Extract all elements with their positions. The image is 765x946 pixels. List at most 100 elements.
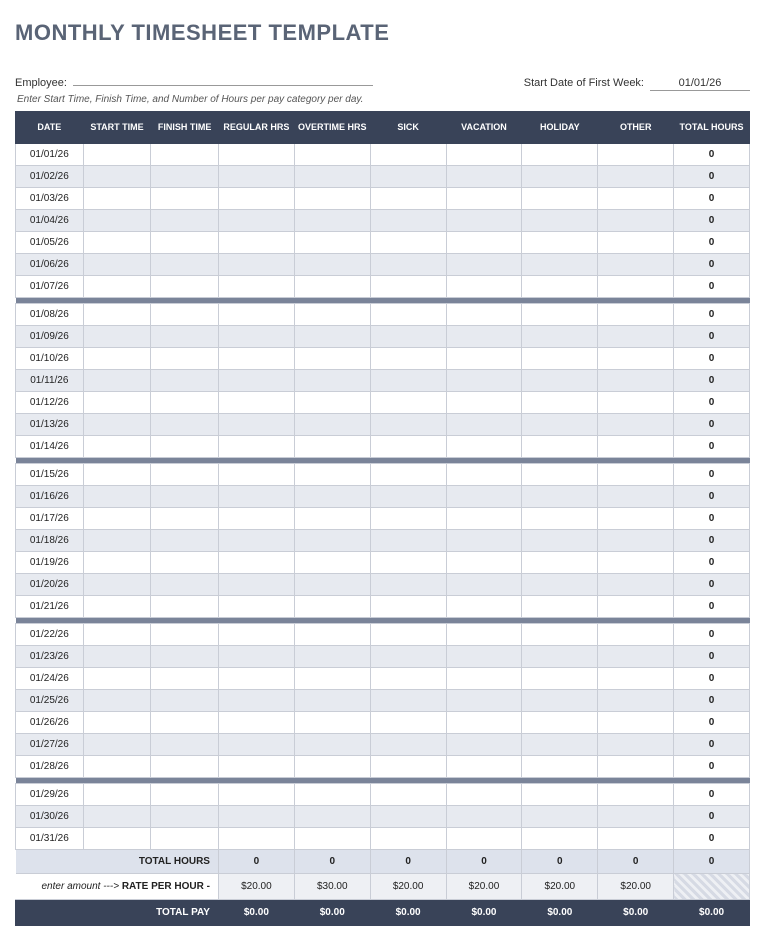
input-cell[interactable] (370, 646, 446, 668)
input-cell[interactable] (522, 552, 598, 574)
input-cell[interactable] (151, 486, 219, 508)
input-cell[interactable] (598, 188, 674, 210)
input-cell[interactable] (83, 508, 151, 530)
input-cell[interactable] (598, 646, 674, 668)
input-cell[interactable] (218, 464, 294, 486)
input-cell[interactable] (151, 784, 219, 806)
input-cell[interactable] (370, 348, 446, 370)
input-cell[interactable] (598, 254, 674, 276)
input-cell[interactable] (598, 552, 674, 574)
input-cell[interactable] (218, 646, 294, 668)
input-cell[interactable] (218, 756, 294, 778)
rate-cell[interactable]: $20.00 (598, 874, 674, 900)
input-cell[interactable] (522, 188, 598, 210)
input-cell[interactable] (294, 574, 370, 596)
input-cell[interactable] (446, 188, 522, 210)
input-cell[interactable] (522, 276, 598, 298)
input-cell[interactable] (218, 348, 294, 370)
input-cell[interactable] (370, 486, 446, 508)
input-cell[interactable] (522, 806, 598, 828)
input-cell[interactable] (370, 574, 446, 596)
input-cell[interactable] (522, 392, 598, 414)
input-cell[interactable] (446, 624, 522, 646)
input-cell[interactable] (294, 276, 370, 298)
input-cell[interactable] (151, 712, 219, 734)
input-cell[interactable] (370, 530, 446, 552)
input-cell[interactable] (83, 414, 151, 436)
input-cell[interactable] (151, 508, 219, 530)
input-cell[interactable] (218, 624, 294, 646)
input-cell[interactable] (83, 734, 151, 756)
input-cell[interactable] (218, 690, 294, 712)
input-cell[interactable] (218, 232, 294, 254)
input-cell[interactable] (370, 756, 446, 778)
input-cell[interactable] (370, 806, 446, 828)
input-cell[interactable] (446, 370, 522, 392)
input-cell[interactable] (370, 464, 446, 486)
input-cell[interactable] (151, 392, 219, 414)
input-cell[interactable] (522, 144, 598, 166)
input-cell[interactable] (522, 232, 598, 254)
input-cell[interactable] (598, 690, 674, 712)
input-cell[interactable] (370, 210, 446, 232)
input-cell[interactable] (294, 414, 370, 436)
input-cell[interactable] (294, 646, 370, 668)
input-cell[interactable] (522, 646, 598, 668)
input-cell[interactable] (598, 784, 674, 806)
rate-cell[interactable]: $30.00 (294, 874, 370, 900)
input-cell[interactable] (446, 464, 522, 486)
input-cell[interactable] (294, 370, 370, 392)
input-cell[interactable] (522, 574, 598, 596)
input-cell[interactable] (522, 784, 598, 806)
input-cell[interactable] (598, 668, 674, 690)
input-cell[interactable] (370, 508, 446, 530)
input-cell[interactable] (151, 668, 219, 690)
input-cell[interactable] (598, 596, 674, 618)
input-cell[interactable] (522, 734, 598, 756)
input-cell[interactable] (446, 392, 522, 414)
rate-cell[interactable]: $20.00 (522, 874, 598, 900)
input-cell[interactable] (598, 232, 674, 254)
input-cell[interactable] (294, 530, 370, 552)
input-cell[interactable] (151, 304, 219, 326)
input-cell[interactable] (446, 646, 522, 668)
input-cell[interactable] (83, 574, 151, 596)
input-cell[interactable] (218, 806, 294, 828)
input-cell[interactable] (446, 508, 522, 530)
input-cell[interactable] (598, 574, 674, 596)
input-cell[interactable] (370, 784, 446, 806)
input-cell[interactable] (151, 166, 219, 188)
input-cell[interactable] (522, 668, 598, 690)
input-cell[interactable] (370, 436, 446, 458)
input-cell[interactable] (294, 210, 370, 232)
input-cell[interactable] (151, 828, 219, 850)
input-cell[interactable] (151, 646, 219, 668)
input-cell[interactable] (522, 414, 598, 436)
input-cell[interactable] (151, 188, 219, 210)
input-cell[interactable] (151, 756, 219, 778)
input-cell[interactable] (294, 464, 370, 486)
input-cell[interactable] (522, 254, 598, 276)
input-cell[interactable] (218, 370, 294, 392)
input-cell[interactable] (294, 436, 370, 458)
input-cell[interactable] (446, 806, 522, 828)
input-cell[interactable] (294, 326, 370, 348)
input-cell[interactable] (218, 596, 294, 618)
input-cell[interactable] (598, 436, 674, 458)
input-cell[interactable] (218, 508, 294, 530)
input-cell[interactable] (598, 144, 674, 166)
input-cell[interactable] (294, 254, 370, 276)
input-cell[interactable] (370, 596, 446, 618)
input-cell[interactable] (446, 144, 522, 166)
input-cell[interactable] (522, 210, 598, 232)
input-cell[interactable] (598, 486, 674, 508)
input-cell[interactable] (598, 304, 674, 326)
input-cell[interactable] (83, 370, 151, 392)
input-cell[interactable] (522, 486, 598, 508)
rate-cell[interactable]: $20.00 (370, 874, 446, 900)
input-cell[interactable] (294, 144, 370, 166)
input-cell[interactable] (218, 486, 294, 508)
employee-field[interactable] (73, 74, 373, 86)
input-cell[interactable] (370, 370, 446, 392)
input-cell[interactable] (218, 734, 294, 756)
